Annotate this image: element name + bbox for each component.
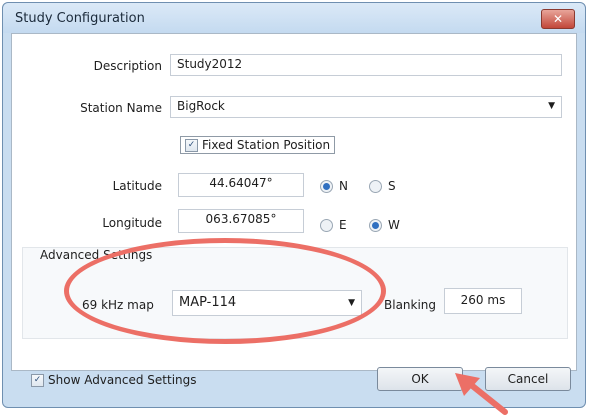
radio-selected-icon — [320, 180, 333, 193]
checkmark-icon: ✓ — [31, 374, 44, 387]
radio-unselected-icon — [369, 180, 382, 193]
longitude-label: Longitude — [102, 216, 162, 230]
study-configuration-window: Study Configuration ✕ Description Study2… — [2, 2, 586, 408]
longitude-input[interactable]: 063.67085° — [178, 209, 304, 233]
fixed-station-position-label: Fixed Station Position — [202, 138, 331, 152]
description-input[interactable]: Study2012 — [170, 54, 562, 76]
checkmark-icon: ✓ — [185, 139, 198, 152]
latitude-label: Latitude — [112, 179, 162, 193]
show-advanced-settings-checkbox[interactable]: ✓ Show Advanced Settings — [31, 373, 197, 387]
highlight-ellipse — [64, 238, 386, 344]
chevron-down-icon: ▼ — [548, 101, 555, 111]
window-title: Study Configuration — [15, 11, 145, 26]
radio-unselected-icon — [320, 219, 333, 232]
latitude-n-label: N — [339, 179, 348, 193]
pointer-arrow-icon — [455, 373, 508, 415]
close-button[interactable]: ✕ — [541, 9, 575, 29]
longitude-e-radio[interactable]: E — [320, 218, 347, 232]
latitude-n-radio[interactable]: N — [320, 179, 348, 193]
blanking-label: Blanking — [384, 298, 437, 312]
latitude-input[interactable]: 44.64047° — [178, 173, 304, 197]
station-name-label: Station Name — [80, 101, 162, 115]
longitude-e-label: E — [339, 218, 347, 232]
close-icon: ✕ — [552, 12, 564, 26]
station-name-value: BigRock — [177, 99, 225, 113]
radio-selected-icon — [369, 219, 382, 232]
longitude-w-radio[interactable]: W — [369, 218, 400, 232]
latitude-s-label: S — [388, 179, 396, 193]
longitude-w-label: W — [388, 218, 400, 232]
title-bar[interactable]: Study Configuration ✕ — [3, 3, 585, 33]
dialog-content: Description Study2012 Station Name BigRo… — [11, 33, 577, 371]
description-label: Description — [93, 59, 162, 73]
show-advanced-settings-label: Show Advanced Settings — [48, 373, 197, 387]
fixed-station-position-checkbox[interactable]: ✓ Fixed Station Position — [180, 136, 336, 154]
blanking-input[interactable]: 260 ms — [444, 288, 522, 314]
latitude-s-radio[interactable]: S — [369, 179, 396, 193]
station-name-dropdown[interactable]: BigRock ▼ — [170, 96, 562, 118]
